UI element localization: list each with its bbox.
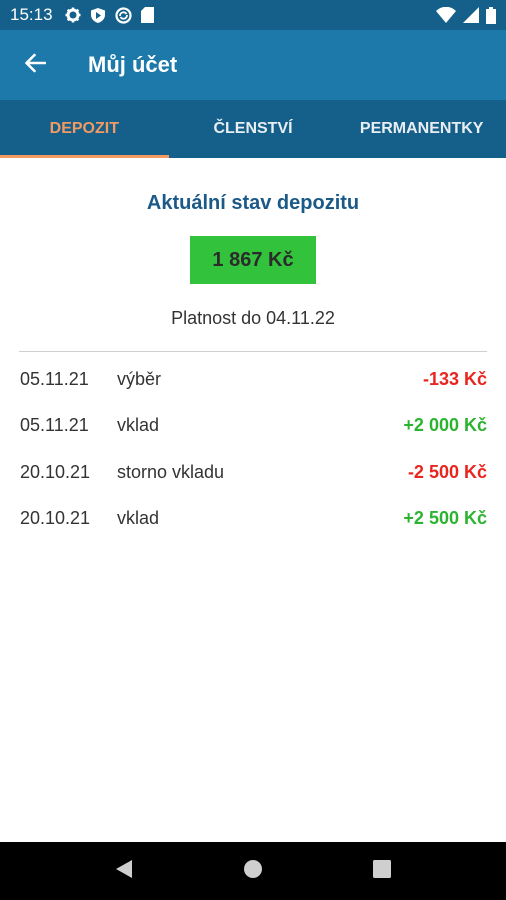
transaction-description: vklad bbox=[117, 508, 160, 529]
transaction-amount: +2 500 Kč bbox=[403, 508, 487, 529]
nav-recents-button[interactable] bbox=[362, 851, 402, 891]
transaction-row: 05.11.21 vklad +2 000 Kč bbox=[0, 403, 506, 450]
nav-home-button[interactable] bbox=[233, 851, 273, 891]
transaction-date: 05.11.21 bbox=[20, 415, 89, 436]
transaction-row: 20.10.21 storno vkladu -2 500 Kč bbox=[0, 449, 506, 496]
balance-wrap: 1 867 Kč bbox=[0, 236, 506, 284]
status-icons-right bbox=[436, 6, 496, 24]
arrow-back-icon bbox=[24, 53, 47, 78]
tab-bar: DEPOZIT ČLENSTVÍ PERMANENTKY bbox=[0, 100, 506, 158]
back-button[interactable] bbox=[0, 30, 70, 100]
transaction-date: 05.11.21 bbox=[20, 368, 89, 389]
transaction-description: vklad bbox=[117, 415, 160, 436]
transaction-description: storno vkladu bbox=[117, 461, 225, 482]
sd-card-icon bbox=[140, 7, 154, 23]
transaction-date: 20.10.21 bbox=[20, 508, 91, 529]
shield-icon bbox=[90, 7, 106, 24]
navigation-bar bbox=[0, 842, 506, 900]
transaction-date: 20.10.21 bbox=[20, 461, 91, 482]
transaction-row: 20.10.21 vklad +2 500 Kč bbox=[0, 496, 506, 543]
sync-icon bbox=[114, 6, 132, 24]
settings-icon bbox=[65, 7, 81, 23]
back-triangle-icon bbox=[115, 859, 133, 884]
home-circle-icon bbox=[243, 859, 263, 884]
transaction-amount: -133 Kč bbox=[422, 368, 487, 389]
transaction-description: výběr bbox=[117, 368, 162, 389]
transaction-row: 05.11.21 výběr -133 Kč bbox=[0, 356, 506, 403]
recents-square-icon bbox=[372, 859, 391, 883]
deposit-title: Aktuální stav depozitu bbox=[146, 192, 360, 214]
status-time: 15:13 bbox=[10, 5, 53, 24]
balance-badge: 1 867 Kč bbox=[190, 236, 316, 284]
divider bbox=[19, 351, 487, 352]
battery-icon bbox=[486, 6, 496, 24]
status-bar: 15:13 bbox=[0, 0, 506, 30]
tab-clenstvi[interactable]: ČLENSTVÍ bbox=[169, 100, 338, 158]
status-icons-left bbox=[65, 6, 154, 24]
nav-back-button[interactable] bbox=[104, 851, 144, 891]
tab-permanentky[interactable]: PERMANENTKY bbox=[337, 100, 506, 158]
transaction-amount: +2 000 Kč bbox=[403, 415, 487, 436]
deposit-content: Aktuální stav depozitu 1 867 Kč Platnost… bbox=[0, 158, 506, 542]
signal-icon bbox=[463, 7, 479, 23]
transaction-list: 05.11.21 výběr -133 Kč 05.11.21 vklad +2… bbox=[0, 356, 506, 542]
wifi-icon bbox=[436, 7, 456, 23]
page-title: Můj účet bbox=[88, 52, 178, 77]
validity-text: Platnost do 04.11.22 bbox=[171, 308, 335, 328]
transaction-amount: -2 500 Kč bbox=[407, 461, 487, 482]
app-bar: Můj účet bbox=[0, 30, 506, 100]
tab-depozit[interactable]: DEPOZIT bbox=[0, 100, 169, 158]
